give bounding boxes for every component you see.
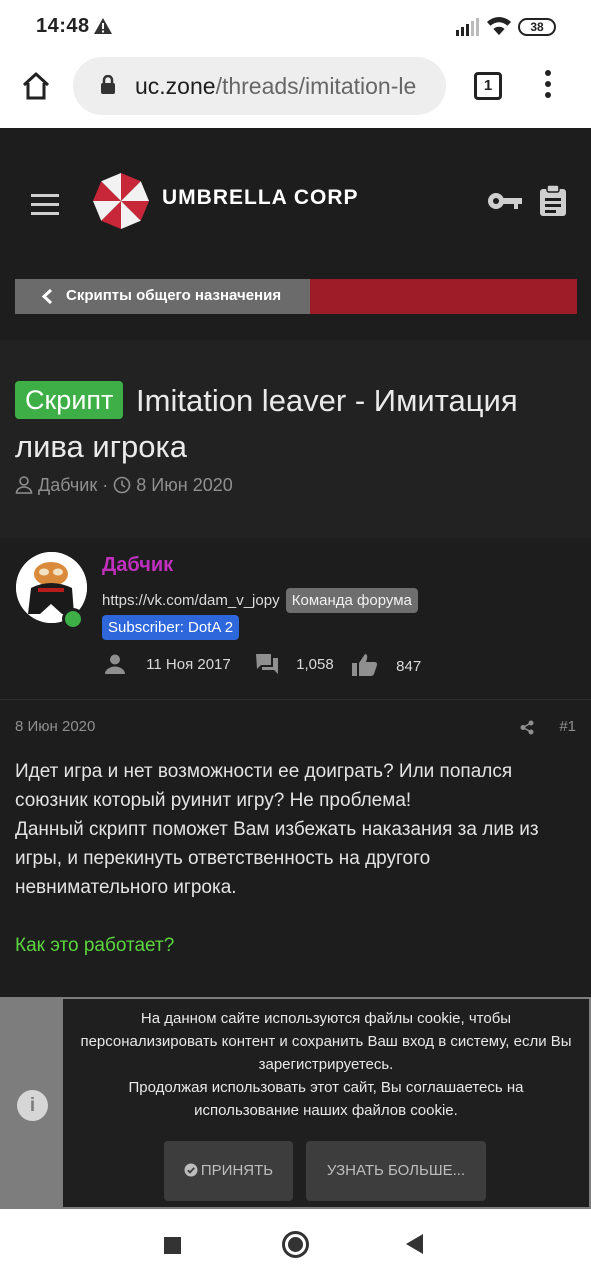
cookie-notice: i На данном сайте используются файлы coo… [0, 997, 591, 1209]
wifi-icon [487, 17, 511, 35]
status-bar: 14:48 38 [0, 0, 591, 56]
back-button[interactable] [406, 1234, 423, 1254]
breadcrumb-link[interactable]: Скрипты общего назначения [15, 279, 310, 314]
thread-header: Скрипт Imitation leaver - Имитация лива … [0, 340, 591, 538]
accept-cookies-button[interactable]: ПРИНЯТЬ [164, 1141, 293, 1201]
check-circle-icon [184, 1163, 198, 1177]
site-header: UMBRELLA CORP [0, 128, 591, 273]
user-icon [15, 476, 33, 494]
post-paragraph: Идет игра и нет возможности ее доиграть?… [15, 761, 513, 811]
page-title: Скрипт Imitation leaver - Имитация лива … [15, 378, 575, 470]
url-text: uc.zone/threads/imitation-le [135, 73, 416, 100]
thread-meta: Дабчик · 8 Июн 2020 [15, 475, 233, 496]
post-meta: 8 Июн 2020 #1 [15, 718, 576, 735]
info-icon: i [17, 1090, 48, 1121]
key-icon[interactable] [487, 190, 523, 212]
stat-reactions: 847 [352, 653, 421, 677]
cookie-message-line: Продолжая использовать этот сайт, Вы сог… [128, 1079, 524, 1119]
thread-prefix-badge[interactable]: Скрипт [15, 381, 124, 419]
status-time: 14:48 [36, 15, 90, 37]
user-banner-team: Команда форума [285, 588, 418, 613]
post-date-link[interactable]: 8 Июн 2020 [15, 718, 95, 735]
breadcrumb-label: Скрипты общего назначения [66, 287, 282, 304]
menu-icon[interactable] [31, 194, 59, 215]
home-button[interactable] [282, 1231, 309, 1258]
tabs-button[interactable]: 1 [474, 72, 502, 100]
signal-icon [456, 18, 479, 36]
post-number-link[interactable]: #1 [559, 718, 576, 735]
recents-button[interactable] [164, 1237, 181, 1254]
post-username[interactable]: Дабчик [102, 554, 173, 577]
stat-reactions-value: 847 [396, 658, 422, 675]
user-icon [105, 654, 125, 674]
url-host: uc.zone [135, 73, 216, 99]
user-banner-subscriber: Subscriber: DotA 2 [102, 615, 240, 640]
clock-icon [113, 476, 131, 494]
url-path: /threads/imitation-le [215, 73, 417, 99]
warning-icon [94, 18, 112, 34]
thread-author-link[interactable]: Дабчик [38, 475, 97, 495]
stat-joined: 11 Ноя 2017 [104, 653, 231, 675]
online-status-indicator [62, 608, 84, 630]
thread-date-link[interactable]: 8 Июн 2020 [136, 475, 232, 495]
accept-cookies-label: ПРИНЯТЬ [200, 1162, 274, 1179]
user-title-text: https://vk.com/dam_v_jopy [102, 592, 280, 609]
post-author-card: Дабчик https://vk.com/dam_v_jopy Команда… [0, 538, 591, 700]
more-icon[interactable] [540, 70, 556, 102]
thumbs-up-icon [352, 654, 378, 676]
share-icon[interactable] [520, 720, 534, 735]
clipboard-icon[interactable] [538, 185, 568, 217]
battery-icon: 38 [518, 18, 556, 36]
site-brand[interactable]: UMBRELLA CORP [162, 186, 359, 210]
stat-messages: 1,058 [255, 653, 334, 675]
cookie-message-line: На данном сайте используются файлы cooki… [80, 1010, 572, 1073]
home-icon[interactable] [20, 70, 52, 102]
comments-icon [256, 654, 278, 674]
cookie-message: На данном сайте используются файлы cooki… [75, 1007, 577, 1122]
umbrella-logo-icon[interactable] [91, 171, 151, 231]
stat-joined-value: 11 Ноя 2017 [146, 656, 231, 673]
post-body: Идет игра и нет возможности ее доиграть?… [15, 757, 580, 1018]
user-title: https://vk.com/dam_v_jopy Команда форума [102, 588, 418, 613]
post-section-heading: Как это работает? [15, 935, 175, 956]
browser-toolbar: uc.zone/threads/imitation-le 1 [0, 56, 591, 128]
lock-icon [101, 75, 115, 94]
meta-separator: · [102, 475, 109, 495]
system-nav-bar [0, 1209, 591, 1280]
chevron-left-icon [41, 288, 53, 305]
post-paragraph: Данный скрипт поможет Вам избежать наказ… [15, 819, 539, 898]
breadcrumb: Скрипты общего назначения [15, 279, 577, 314]
learn-more-button[interactable]: УЗНАТЬ БОЛЬШЕ... [306, 1141, 486, 1201]
address-bar[interactable]: uc.zone/threads/imitation-le [73, 57, 446, 115]
stat-messages-value: 1,058 [296, 656, 334, 673]
cookie-panel: На данном сайте используются файлы cooki… [63, 999, 589, 1207]
